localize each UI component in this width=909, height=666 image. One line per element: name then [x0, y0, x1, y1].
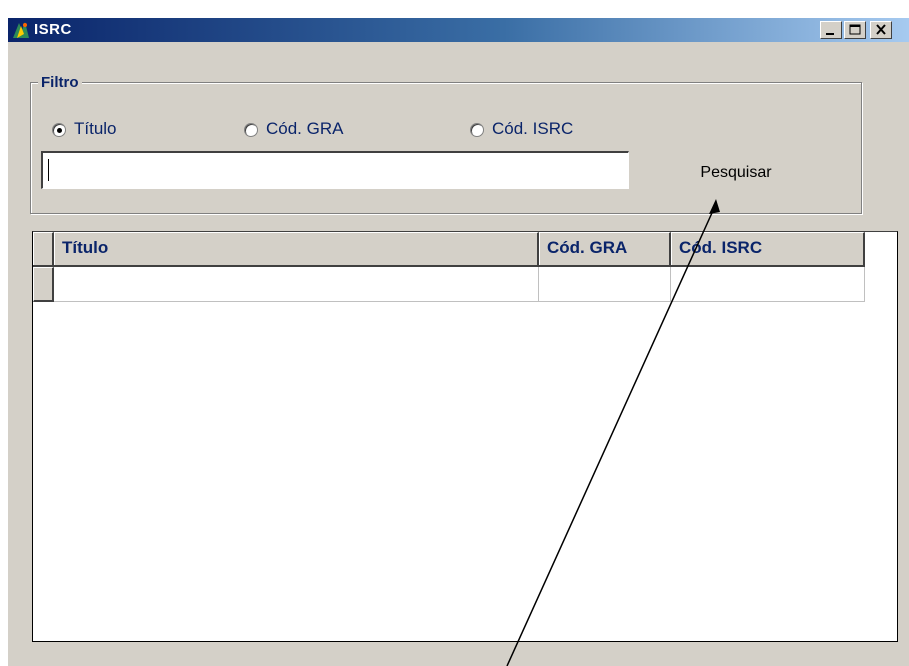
table-row[interactable]	[33, 267, 865, 302]
search-button[interactable]: Pesquisar	[686, 156, 786, 190]
row-indicator-header	[33, 232, 54, 265]
column-header-cod-gra[interactable]: Cód. GRA	[539, 232, 671, 265]
row-indicator[interactable]	[33, 267, 54, 302]
close-icon	[876, 24, 886, 35]
cell-cod-isrc[interactable]	[671, 267, 865, 302]
radio-label-cod-isrc: Cód. ISRC	[492, 119, 574, 138]
minimize-icon	[826, 33, 834, 35]
radio-label-titulo: Título	[74, 119, 117, 138]
text-caret	[48, 159, 49, 181]
search-input[interactable]	[41, 151, 629, 189]
app-icon	[13, 22, 29, 38]
close-button[interactable]	[870, 21, 892, 39]
cell-titulo[interactable]	[54, 267, 539, 302]
filter-group-label: Filtro	[38, 74, 82, 91]
filter-groupbox	[30, 82, 862, 214]
radio-label-cod-gra: Cód. GRA	[266, 119, 344, 138]
minimize-button[interactable]	[820, 21, 842, 39]
radio-circle-cod-isrc[interactable]	[470, 123, 484, 137]
grid-header: Título Cód. GRA Cód. ISRC	[33, 232, 865, 267]
radio-circle-titulo[interactable]	[52, 123, 66, 137]
maximize-button[interactable]	[844, 21, 866, 39]
window-title: ISRC	[34, 21, 72, 38]
maximize-icon	[849, 24, 861, 35]
cell-cod-gra[interactable]	[539, 267, 671, 302]
column-header-cod-isrc[interactable]: Cód. ISRC	[671, 232, 865, 265]
isrc-window: ISRC Filtro Título Cód. GRA Cód. ISRC Pe…	[8, 18, 909, 666]
results-grid[interactable]: Título Cód. GRA Cód. ISRC	[32, 231, 898, 642]
column-header-titulo[interactable]: Título	[54, 232, 539, 265]
title-bar[interactable]: ISRC	[8, 18, 909, 42]
radio-selected-dot	[57, 128, 62, 133]
radio-circle-cod-gra[interactable]	[244, 123, 258, 137]
